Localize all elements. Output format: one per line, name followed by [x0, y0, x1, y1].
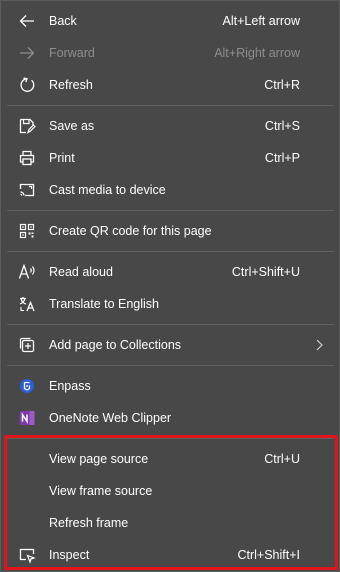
- print-shortcut: Ctrl+P: [264, 151, 300, 165]
- back-label: Back: [49, 14, 77, 28]
- refresh-frame-label: Refresh frame: [49, 516, 129, 530]
- read-aloud-label: Read aloud: [49, 265, 113, 279]
- view-page-source-shortcut: Ctrl+U: [264, 452, 300, 466]
- view-page-source-label: View page source: [49, 452, 149, 466]
- forward-shortcut: Alt+Right arrow: [214, 46, 300, 60]
- menu-item-qr-code[interactable]: Create QR code for this page: [1, 215, 340, 247]
- refresh-label: Refresh: [49, 78, 93, 92]
- menu-item-translate[interactable]: Translate to English: [1, 288, 340, 320]
- qr-code-label: Create QR code for this page: [49, 224, 212, 238]
- menu-item-back[interactable]: Back Alt+Left arrow: [1, 5, 340, 37]
- read-aloud-shortcut: Ctrl+Shift+U: [231, 265, 300, 279]
- onenote-icon: [18, 409, 36, 427]
- save-as-shortcut: Ctrl+S: [264, 119, 300, 133]
- save-as-icon: [18, 117, 36, 135]
- translate-icon: [18, 295, 36, 313]
- enpass-label: Enpass: [49, 379, 91, 393]
- menu-item-refresh[interactable]: Refresh Ctrl+R: [1, 69, 340, 101]
- view-frame-source-label: View frame source: [49, 484, 153, 498]
- read-aloud-icon: [18, 263, 36, 281]
- print-label: Print: [49, 151, 75, 165]
- forward-arrow-icon: [18, 44, 36, 62]
- back-shortcut: Alt+Left arrow: [222, 14, 300, 28]
- cast-icon: [18, 181, 36, 199]
- menu-item-read-aloud[interactable]: Read aloud Ctrl+Shift+U: [1, 256, 340, 288]
- chevron-right-icon: [316, 339, 323, 351]
- separator: [7, 324, 334, 325]
- collections-icon: [18, 336, 36, 354]
- separator: [7, 105, 334, 106]
- menu-item-onenote-clipper[interactable]: OneNote Web Clipper: [1, 402, 340, 434]
- menu-item-cast-media[interactable]: Cast media to device: [1, 174, 340, 206]
- inspect-icon: [18, 546, 36, 564]
- separator: [7, 251, 334, 252]
- menu-item-view-page-source[interactable]: View page source Ctrl+U: [1, 443, 340, 475]
- separator: [7, 210, 334, 211]
- cast-label: Cast media to device: [49, 183, 166, 197]
- enpass-icon: [18, 377, 36, 395]
- context-menu: Back Alt+Left arrow Forward Alt+Right ar…: [0, 0, 340, 572]
- onenote-label: OneNote Web Clipper: [49, 411, 172, 425]
- print-icon: [18, 149, 36, 167]
- menu-item-save-as[interactable]: Save as Ctrl+S: [1, 110, 340, 142]
- menu-item-print[interactable]: Print Ctrl+P: [1, 142, 340, 174]
- menu-item-enpass[interactable]: Enpass: [1, 370, 340, 402]
- refresh-shortcut: Ctrl+R: [264, 78, 300, 92]
- menu-item-add-to-collections[interactable]: Add page to Collections: [1, 329, 340, 361]
- save-as-label: Save as: [49, 119, 95, 133]
- inspect-shortcut: Ctrl+Shift+I: [237, 548, 300, 562]
- inspect-label: Inspect: [49, 548, 90, 562]
- menu-item-view-frame-source[interactable]: View frame source: [1, 475, 340, 507]
- forward-label: Forward: [49, 46, 95, 60]
- refresh-icon: [18, 76, 36, 94]
- menu-item-inspect[interactable]: Inspect Ctrl+Shift+I: [1, 539, 340, 571]
- separator: [7, 438, 334, 439]
- qr-code-icon: [18, 222, 36, 240]
- back-arrow-icon: [18, 12, 36, 30]
- separator: [7, 365, 334, 366]
- menu-item-refresh-frame[interactable]: Refresh frame: [1, 507, 340, 539]
- translate-label: Translate to English: [49, 297, 160, 311]
- menu-item-forward[interactable]: Forward Alt+Right arrow: [1, 37, 340, 69]
- collections-label: Add page to Collections: [49, 338, 182, 352]
